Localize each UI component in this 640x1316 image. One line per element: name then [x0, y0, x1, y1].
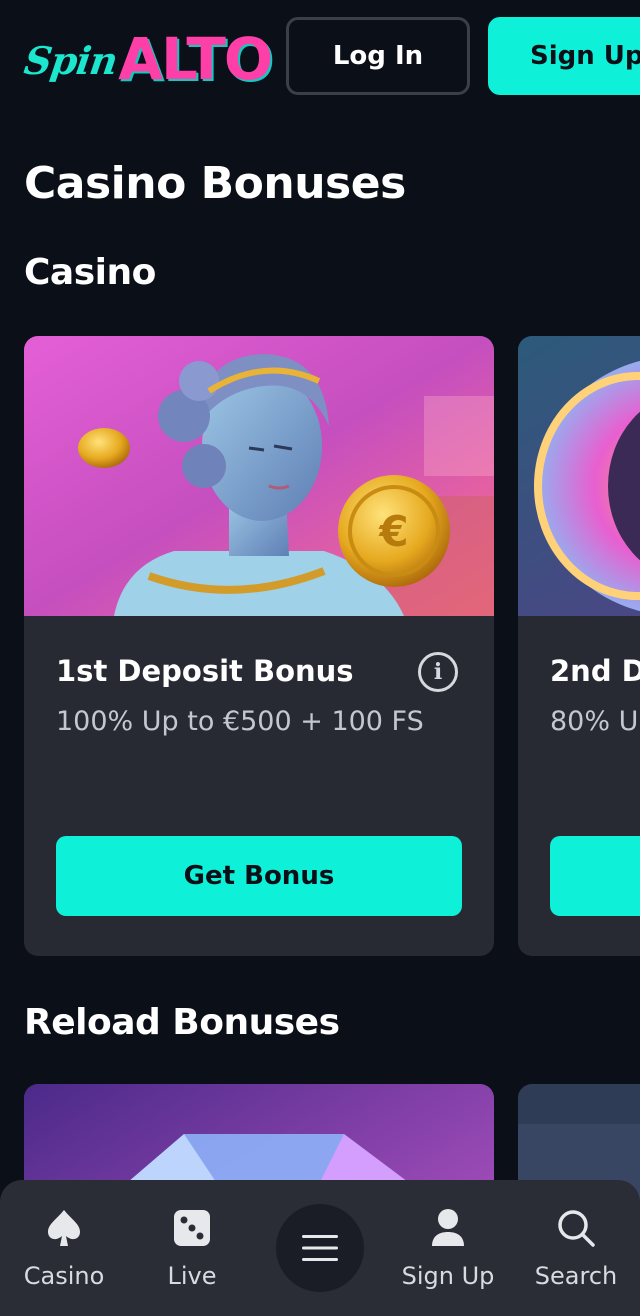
spinalto-logo[interactable]: Spin ALTO — [21, 22, 286, 93]
nav-label-search: Search — [534, 1262, 618, 1290]
user-icon — [426, 1206, 470, 1250]
bonus-card-title: 1st Deposit Bonus — [56, 654, 354, 688]
nav-item-search[interactable]: Search — [526, 1180, 626, 1316]
nav-label-casino: Casino — [23, 1262, 105, 1290]
bonus-card-subtitle: 100% Up to €500 + 100 FS — [56, 706, 424, 737]
login-button[interactable]: Log In — [286, 17, 470, 95]
get-bonus-button[interactable]: Get Bonus — [56, 836, 462, 916]
bonus-card-image: € — [24, 336, 494, 616]
svg-text:€: € — [378, 507, 408, 556]
logo-alto-text: ALTO — [118, 25, 273, 93]
nav-label-signup: Sign Up — [401, 1262, 495, 1290]
search-icon — [554, 1206, 598, 1250]
bonus-card-subtitle: 80% U — [550, 706, 639, 737]
menu-icon — [302, 1235, 338, 1261]
nav-item-signup[interactable]: Sign Up — [396, 1180, 500, 1316]
nav-item-casino[interactable]: Casino — [14, 1180, 114, 1316]
page: Spin ALTO Log In Sign Up Casino Bonuses … — [0, 0, 640, 1316]
dice-icon — [170, 1206, 214, 1250]
header: Spin ALTO Log In Sign Up — [0, 0, 640, 112]
bonus-card-title: 2nd D — [550, 654, 640, 688]
bottom-nav: Casino Live Sign Up Search — [0, 1180, 640, 1316]
bonus-card: € 1st Deposit Bonus i 100% Up to €500 + … — [24, 336, 494, 956]
get-bonus-button[interactable] — [550, 836, 640, 916]
bonus-card: 2nd D 80% U — [518, 336, 640, 956]
nav-label-live: Live — [167, 1262, 217, 1290]
menu-button[interactable] — [276, 1204, 364, 1292]
page-title: Casino Bonuses — [24, 158, 406, 209]
logo-spin-text: Spin — [21, 38, 120, 83]
spade-icon — [42, 1206, 86, 1250]
signup-button[interactable]: Sign Up — [488, 17, 640, 95]
nav-item-live[interactable]: Live — [142, 1180, 242, 1316]
bonus-card-image — [518, 336, 640, 616]
section-title-reload: Reload Bonuses — [24, 1002, 340, 1043]
info-icon[interactable]: i — [418, 652, 458, 692]
section-title-casino: Casino — [24, 252, 156, 293]
